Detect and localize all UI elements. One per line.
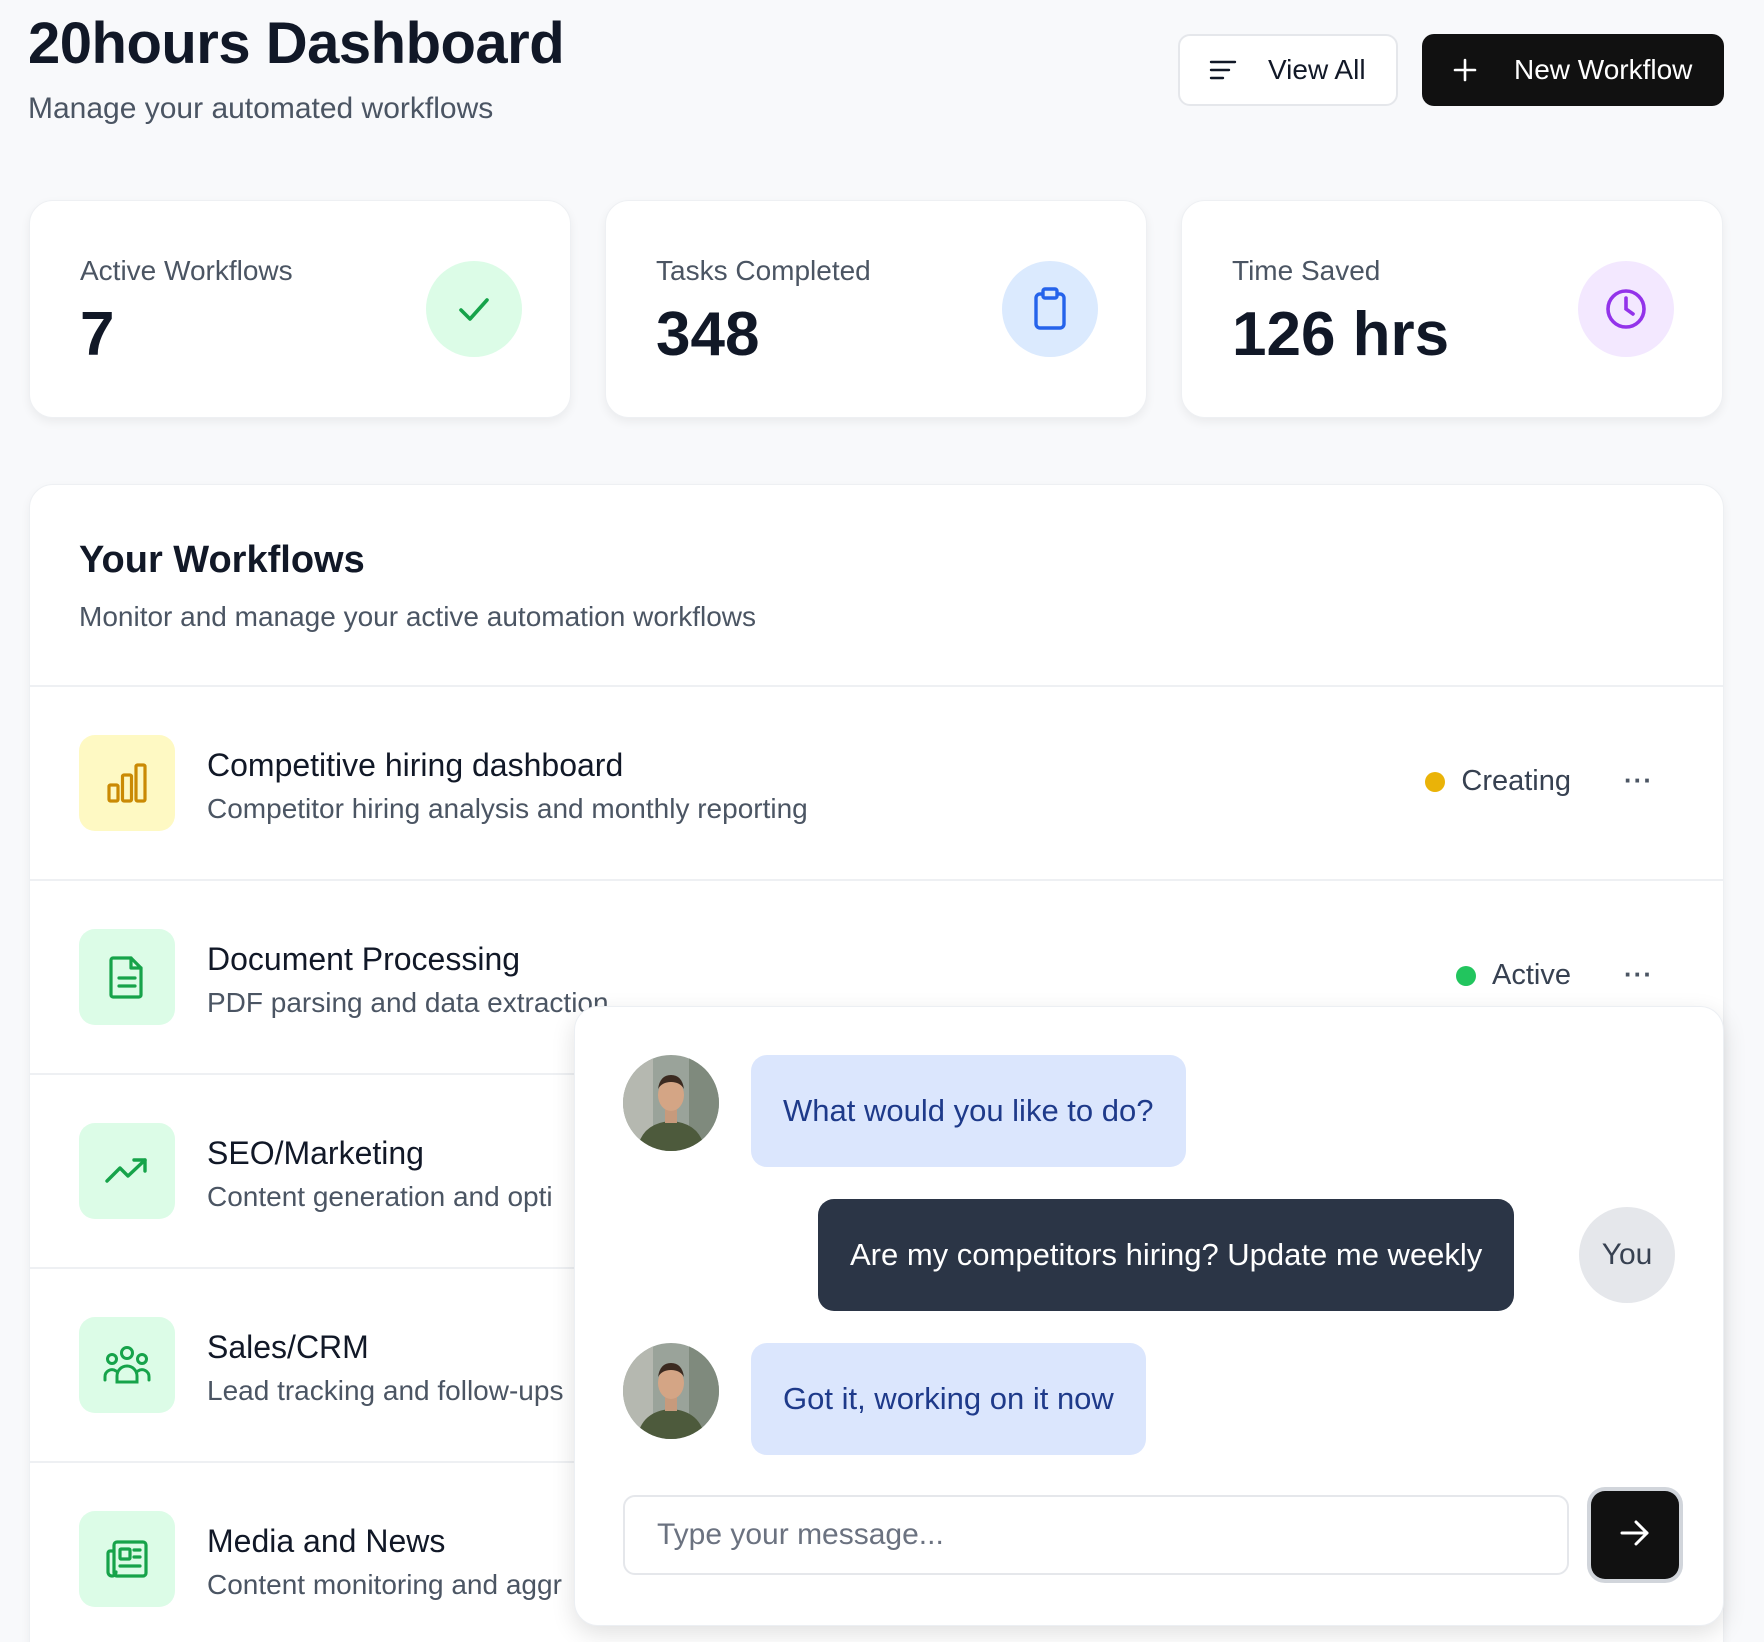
trending-up-icon bbox=[79, 1123, 175, 1219]
page-title: 20hours Dashboard bbox=[28, 11, 565, 76]
workflow-title: Competitive hiring dashboard bbox=[207, 747, 624, 783]
status-label: Creating bbox=[1461, 765, 1571, 797]
status-dot bbox=[1456, 965, 1477, 986]
panel-title: Your Workflows bbox=[79, 539, 365, 581]
chat-panel: What would you like to do? Are my compet… bbox=[574, 1006, 1724, 1626]
assistant-message: Got it, working on it now bbox=[751, 1343, 1146, 1455]
dashboard-page: 20hours Dashboard Manage your automated … bbox=[0, 0, 1764, 1642]
stat-card-active-workflows: Active Workflows 7 bbox=[29, 200, 571, 418]
new-workflow-label: New Workflow bbox=[1514, 54, 1693, 85]
stat-value: 348 bbox=[656, 300, 760, 369]
stat-value: 126 hrs bbox=[1232, 300, 1450, 369]
workflow-title: Document Processing bbox=[207, 941, 521, 977]
arrow-right-icon bbox=[1620, 1520, 1650, 1551]
panel-subtitle: Monitor and manage your active automatio… bbox=[79, 601, 757, 632]
status-dot bbox=[1425, 771, 1446, 792]
stat-label: Active Workflows bbox=[80, 255, 293, 286]
stat-label: Time Saved bbox=[1232, 255, 1381, 286]
user-message: Are my competitors hiring? Update me wee… bbox=[818, 1199, 1515, 1311]
document-icon bbox=[79, 929, 175, 1025]
message-input[interactable] bbox=[623, 1495, 1569, 1575]
new-workflow-button[interactable]: New Workflow bbox=[1422, 34, 1724, 106]
workflow-title: Sales/CRM bbox=[207, 1329, 369, 1365]
status-label: Active bbox=[1492, 959, 1571, 991]
newspaper-icon bbox=[79, 1511, 175, 1607]
workflow-title: SEO/Marketing bbox=[207, 1135, 424, 1171]
bar-chart-icon bbox=[79, 735, 175, 831]
view-all-button[interactable]: View All bbox=[1178, 34, 1398, 106]
status-badge: Creating bbox=[1425, 765, 1571, 798]
workflow-description: Competitor hiring analysis and monthly r… bbox=[207, 793, 808, 824]
stat-label: Tasks Completed bbox=[656, 255, 871, 286]
assistant-avatar bbox=[623, 1343, 719, 1439]
more-options-icon[interactable]: ··· bbox=[1624, 765, 1653, 796]
more-options-icon[interactable]: ··· bbox=[1624, 959, 1653, 990]
send-button[interactable] bbox=[1591, 1491, 1679, 1579]
clock-icon bbox=[1578, 261, 1674, 357]
workflow-description: Content monitoring and aggr bbox=[207, 1569, 562, 1600]
page-subtitle: Manage your automated workflows bbox=[28, 92, 494, 125]
check-icon bbox=[426, 261, 522, 357]
user-avatar: You bbox=[1579, 1207, 1675, 1303]
filter-lines-icon bbox=[1208, 55, 1238, 85]
clipboard-icon bbox=[1002, 261, 1098, 357]
plus-icon bbox=[1450, 55, 1480, 85]
users-icon bbox=[79, 1317, 175, 1413]
stat-value: 7 bbox=[80, 300, 115, 369]
status-badge: Active bbox=[1456, 959, 1571, 992]
stat-card-tasks-completed: Tasks Completed 348 bbox=[605, 200, 1147, 418]
workflow-row[interactable]: Competitive hiring dashboard Competitor … bbox=[30, 685, 1723, 879]
assistant-avatar bbox=[623, 1055, 719, 1151]
workflow-description: PDF parsing and data extraction bbox=[207, 987, 609, 1018]
workflow-description: Lead tracking and follow-ups bbox=[207, 1375, 564, 1406]
workflow-description: Content generation and opti bbox=[207, 1181, 553, 1212]
view-all-label: View All bbox=[1268, 54, 1366, 85]
assistant-message: What would you like to do? bbox=[751, 1055, 1186, 1167]
stat-card-time-saved: Time Saved 126 hrs bbox=[1181, 200, 1723, 418]
workflow-title: Media and News bbox=[207, 1523, 446, 1559]
